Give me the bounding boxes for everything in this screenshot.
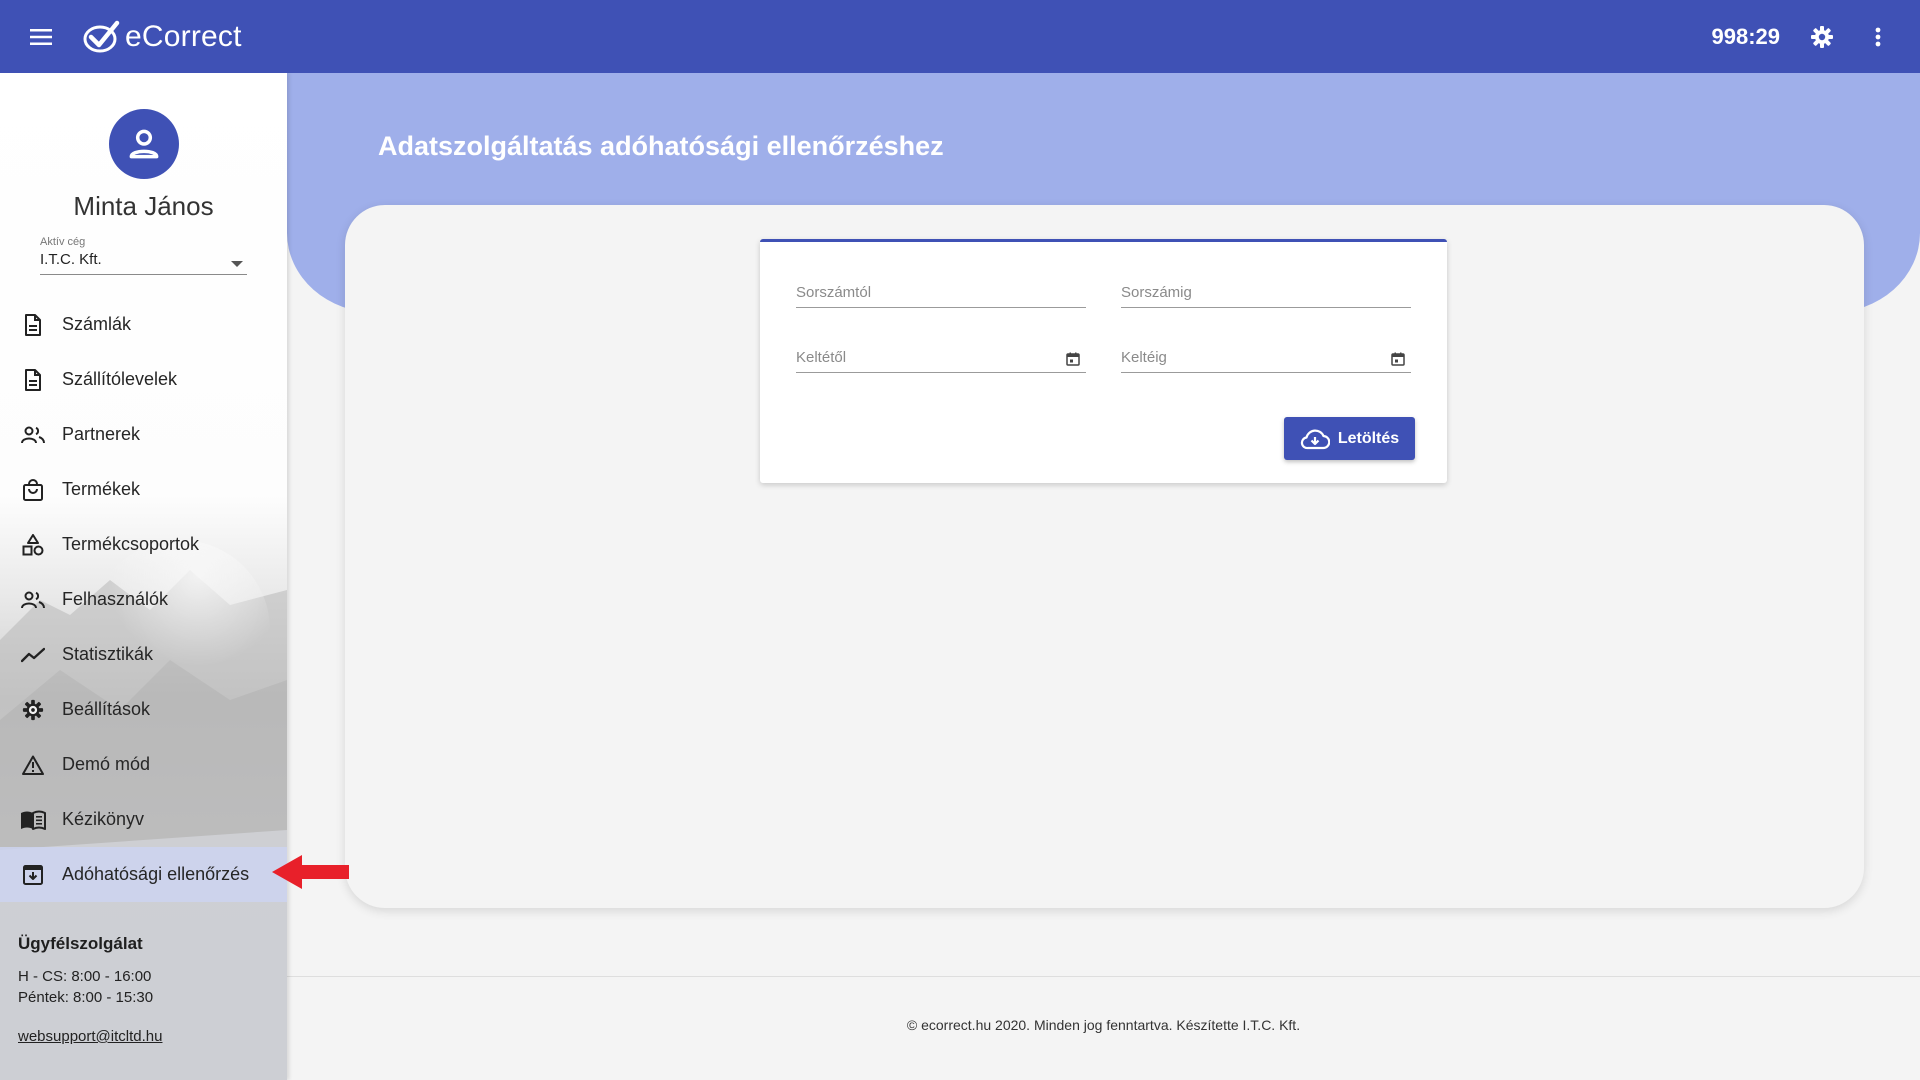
sidebar-item-partnerek[interactable]: Partnerek (0, 407, 287, 462)
sidebar-item-label: Szállítólevelek (62, 369, 178, 389)
sidebar-item-label: Partnerek (62, 424, 141, 444)
red-arrow-annotation-icon (272, 855, 349, 889)
warning-triangle-icon (20, 752, 46, 778)
category-icon (20, 532, 46, 558)
active-company-label: Aktív cég (40, 236, 86, 248)
from-date-label: Keltétől (796, 349, 847, 366)
active-company-select[interactable]: Aktív cég I.T.C. Kft. (40, 236, 247, 275)
download-button-label: Letöltés (1337, 429, 1400, 447)
to-date-label: Keltéig (1121, 349, 1167, 366)
to-number-input[interactable]: Sorszámig (1121, 276, 1411, 308)
more-options-button[interactable] (1858, 17, 1898, 57)
top-app-bar: eCorrect 998:29 (0, 0, 1920, 73)
sidebar-item-label: Termékcsoportok (62, 534, 200, 554)
sidebar-item-kezikonyv[interactable]: Kézikönyv (0, 792, 287, 847)
sidebar-item-statisztikak[interactable]: Statisztikák (0, 627, 287, 682)
sidebar-item-felhasznalok[interactable]: Felhasználók (0, 572, 287, 627)
sidebar-item-label: Termékek (62, 479, 141, 499)
shopping-bag-icon (20, 477, 46, 503)
sidebar-nav: Számlák Szállítólevelek Partnerek Termék… (0, 297, 287, 902)
sidebar: Minta János Aktív cég I.T.C. Kft. Számlá… (0, 73, 287, 1080)
support-email-link[interactable]: websupport@itcltd.hu (18, 1028, 162, 1045)
sidebar-item-label: Kézikönyv (62, 809, 145, 829)
document-icon (20, 312, 46, 338)
sidebar-item-label: Beállítások (62, 699, 151, 719)
active-company-value: I.T.C. Kft. (40, 251, 102, 268)
gear-icon (20, 697, 46, 723)
people-icon (20, 422, 46, 448)
to-number-label: Sorszámig (1121, 284, 1192, 301)
from-date-input[interactable]: Keltétől (796, 341, 1086, 373)
support-hours-friday: Péntek: 8:00 - 15:30 (18, 989, 154, 1006)
sidebar-item-beallitasok[interactable]: Beállítások (0, 682, 287, 737)
from-number-input[interactable]: Sorszámtól (796, 276, 1086, 308)
from-number-label: Sorszámtól (796, 284, 872, 301)
document-icon (20, 367, 46, 393)
sidebar-item-label: Demó mód (62, 754, 151, 774)
sidebar-item-label: Felhasználók (62, 589, 169, 609)
sidebar-item-label: Adóhatósági ellenőrzés (62, 864, 250, 884)
sidebar-item-adohatosagi-ellenorzes[interactable]: Adóhatósági ellenőrzés (0, 847, 287, 902)
page-title: Adatszolgáltatás adóhatósági ellenőrzésh… (378, 131, 944, 161)
sidebar-item-demo-mod[interactable]: Demó mód (0, 737, 287, 792)
customer-support: Ügyfélszolgálat H - CS: 8:00 - 16:00 Pén… (0, 934, 287, 1046)
sidebar-item-szallitolevelek[interactable]: Szállítólevelek (0, 352, 287, 407)
settings-button[interactable] (1802, 17, 1842, 57)
trending-line-icon (20, 642, 46, 668)
footer-divider (287, 976, 1920, 977)
user-icon (129, 129, 158, 159)
support-title: Ügyfélszolgálat (18, 934, 143, 953)
sidebar-item-szamlak[interactable]: Számlák (0, 297, 287, 352)
menu-icon (30, 28, 52, 45)
session-timer: 998:29 (1711, 23, 1780, 49)
cloud-download-icon (1300, 429, 1330, 449)
sidebar-item-label: Statisztikák (62, 644, 154, 664)
more-vertical-icon (1875, 27, 1881, 46)
export-form-card: Sorszámtól Sorszámig Keltétől Keltéig Le… (760, 239, 1447, 483)
avatar (108, 109, 179, 179)
to-date-input[interactable]: Keltéig (1121, 341, 1411, 373)
book-icon (20, 807, 46, 833)
app-name: eCorrect (125, 19, 242, 53)
checkmark-logo-icon (83, 20, 120, 52)
dropdown-arrow-icon (231, 261, 243, 267)
gear-icon (1811, 25, 1833, 48)
people-icon (20, 587, 46, 613)
menu-button[interactable] (19, 15, 63, 59)
sidebar-item-termekek[interactable]: Termékek (0, 462, 287, 517)
user-name: Minta János (73, 191, 214, 221)
archive-download-icon (20, 862, 46, 888)
download-button[interactable]: Letöltés (1284, 417, 1415, 460)
support-hours-weekdays: H - CS: 8:00 - 16:00 (18, 968, 152, 985)
calendar-icon[interactable] (1391, 352, 1405, 366)
calendar-icon[interactable] (1066, 352, 1080, 366)
sidebar-item-termekcsoportok[interactable]: Termékcsoportok (0, 517, 287, 572)
footer-copyright: © ecorrect.hu 2020. Minden jog fenntartv… (906, 1017, 1301, 1033)
app-logo[interactable]: eCorrect (81, 20, 242, 54)
sidebar-item-label: Számlák (62, 314, 132, 334)
